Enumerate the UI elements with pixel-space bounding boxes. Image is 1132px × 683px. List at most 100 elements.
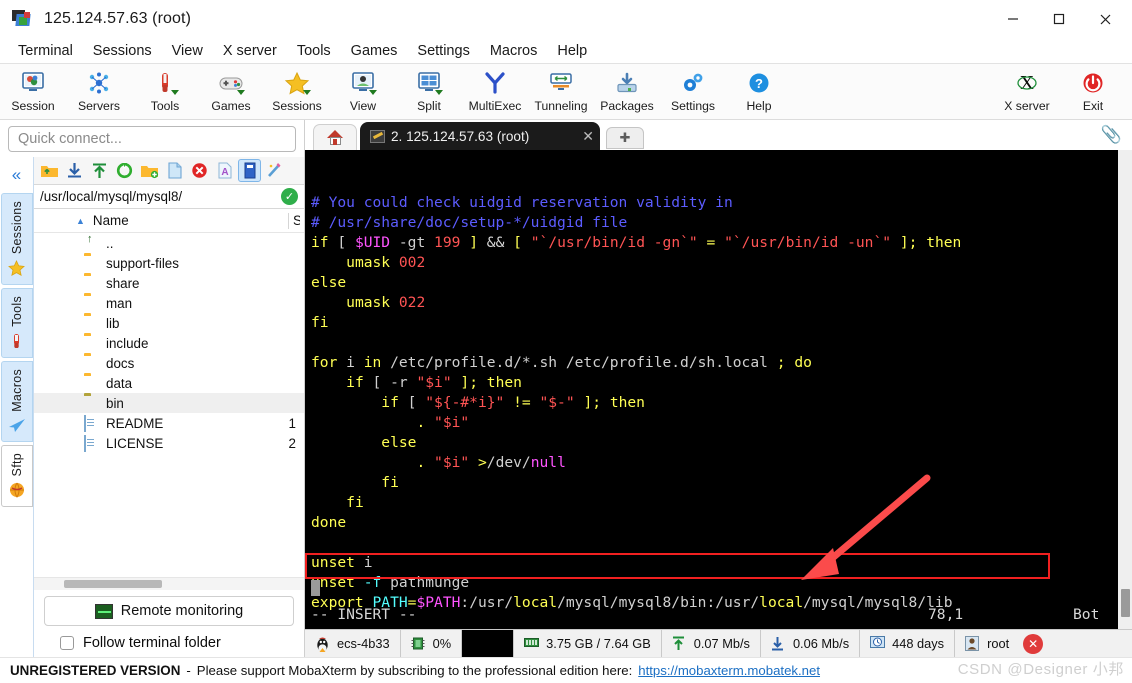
title-bar: 125.124.57.63 (root): [0, 0, 1132, 38]
status-uptime-label: 448 days: [892, 636, 945, 651]
list-item[interactable]: ..: [34, 233, 304, 253]
maximize-button[interactable]: [1036, 0, 1082, 38]
list-item[interactable]: lib: [34, 313, 304, 333]
star-icon: [8, 260, 25, 278]
sidebar-tab-sessions[interactable]: Sessions: [0, 193, 33, 286]
status-uptime[interactable]: 448 days: [860, 630, 956, 657]
status-cpu-graph[interactable]: [462, 630, 515, 657]
list-item[interactable]: support-files: [34, 253, 304, 273]
list-item[interactable]: LICENSE 2: [34, 433, 304, 453]
checkbox-icon[interactable]: [60, 636, 74, 650]
paper-plane-icon: [8, 418, 26, 435]
list-item[interactable]: bin: [34, 393, 304, 413]
file-icon: [84, 435, 101, 452]
edit-wand-icon[interactable]: [263, 159, 286, 182]
column-header-size[interactable]: S: [288, 212, 300, 229]
footer-link[interactable]: https://mobaxterm.mobatek.net: [638, 663, 820, 678]
follow-terminal-folder-checkbox[interactable]: Follow terminal folder: [60, 635, 294, 651]
column-header-name[interactable]: Name: [93, 213, 129, 228]
home-tab[interactable]: [313, 124, 357, 150]
list-item[interactable]: share: [34, 273, 304, 293]
close-icon[interactable]: ✕: [556, 128, 594, 145]
minimize-button[interactable]: [990, 0, 1036, 38]
scrollbar-thumb[interactable]: [1121, 589, 1130, 617]
menu-terminal[interactable]: Terminal: [8, 41, 83, 61]
list-item[interactable]: data: [34, 373, 304, 393]
sidebar-tab-macros[interactable]: Macros: [0, 360, 33, 442]
window-controls: [990, 0, 1132, 38]
toolbar-games-button[interactable]: Games: [198, 68, 264, 113]
close-session-icon[interactable]: ✕: [1023, 633, 1044, 654]
toolbar-multiexec-button[interactable]: MultiExec: [462, 68, 528, 113]
sftp-path-bar[interactable]: /usr/local/mysql/mysql8/ ✓: [34, 185, 304, 209]
sidebar-tab-tools[interactable]: Tools: [0, 288, 33, 358]
toolbar-view-button[interactable]: View: [330, 68, 396, 113]
menu-help[interactable]: Help: [547, 41, 597, 61]
session-status-bar: ecs-4b33 0% 3.75 GB / 7.64 GB 0.07 Mb/s …: [305, 629, 1132, 657]
new-file-icon[interactable]: [163, 159, 186, 182]
quick-connect-input[interactable]: Quick connect...: [8, 126, 296, 152]
toolbar-session-button[interactable]: Session: [0, 68, 66, 113]
collapse-sidebar-icon[interactable]: «: [0, 157, 34, 193]
toolbar-split-button[interactable]: Split: [396, 68, 462, 113]
toolbar-packages-button[interactable]: Packages: [594, 68, 660, 113]
toolbar-x-server-button[interactable]: X X server: [994, 68, 1060, 113]
list-item[interactable]: man: [34, 293, 304, 313]
dropdown-arrow-icon: [369, 90, 377, 95]
terminal-output[interactable]: # You could check uidgid reservation val…: [305, 150, 1117, 629]
menu-macros[interactable]: Macros: [480, 41, 548, 61]
toolbar-tunneling-button[interactable]: Tunneling: [528, 68, 594, 113]
text-mode-icon[interactable]: A: [213, 159, 236, 182]
go-up-folder-icon[interactable]: [38, 159, 61, 182]
menu-view[interactable]: View: [162, 41, 213, 61]
sftp-path-text: /usr/local/mysql/mysql8/: [40, 189, 183, 204]
sidebar-tab-sftp[interactable]: Sftp: [0, 444, 33, 508]
app-body: Quick connect... « Sessions Tools Macros…: [0, 120, 1132, 657]
list-item-label: support-files: [106, 255, 179, 271]
remote-monitoring-button[interactable]: Remote monitoring: [44, 596, 294, 626]
toolbar-servers-button[interactable]: Servers: [66, 68, 132, 113]
sort-arrow-icon[interactable]: ▲: [76, 216, 85, 226]
terminal-line: umask 002: [346, 254, 426, 271]
tools-icon: [150, 70, 180, 96]
download-icon[interactable]: [63, 159, 86, 182]
status-user[interactable]: root: [955, 630, 1019, 657]
status-cpu[interactable]: 0%: [401, 630, 463, 657]
close-button[interactable]: [1082, 0, 1128, 38]
list-item[interactable]: docs: [34, 353, 304, 373]
status-memory[interactable]: 3.75 GB / 7.64 GB: [514, 630, 662, 657]
status-download[interactable]: 0.06 Mb/s: [761, 630, 861, 657]
menu-settings[interactable]: Settings: [407, 41, 479, 61]
delete-icon[interactable]: [188, 159, 211, 182]
menu-x-server[interactable]: X server: [213, 41, 287, 61]
folder-icon: [84, 296, 101, 310]
binary-mode-icon[interactable]: [238, 159, 261, 182]
toolbar-sessions-button[interactable]: Sessions: [264, 68, 330, 113]
new-folder-icon[interactable]: [138, 159, 161, 182]
horizontal-scrollbar[interactable]: [34, 578, 304, 590]
paperclip-icon[interactable]: 📎: [1101, 125, 1122, 145]
split-icon: [414, 70, 444, 96]
new-tab-button[interactable]: ✚: [606, 127, 644, 149]
toolbar-settings-button[interactable]: Settings: [660, 68, 726, 113]
list-item[interactable]: README 1: [34, 413, 304, 433]
menu-sessions[interactable]: Sessions: [83, 41, 162, 61]
status-hostname[interactable]: ecs-4b33: [305, 630, 401, 657]
toolbar-tools-button[interactable]: Tools: [132, 68, 198, 113]
toolbar-help-button[interactable]: ? Help: [726, 68, 792, 113]
dropdown-arrow-icon: [171, 90, 179, 95]
toolbar-exit-button[interactable]: Exit: [1060, 68, 1126, 113]
tab-session-125-124-57-63[interactable]: 2. 125.124.57.63 (root) ✕: [360, 122, 600, 150]
terminal-line: for i in /etc/profile.d/*.sh /etc/profil…: [311, 354, 812, 371]
list-item[interactable]: include: [34, 333, 304, 353]
menu-games[interactable]: Games: [341, 41, 408, 61]
terminal-scrollbar[interactable]: [1117, 150, 1132, 629]
status-upload[interactable]: 0.07 Mb/s: [662, 630, 761, 657]
scrollbar-thumb[interactable]: [64, 580, 162, 588]
refresh-icon[interactable]: [113, 159, 136, 182]
file-list[interactable]: .. support-files share man lib include d…: [34, 233, 304, 577]
menu-tools[interactable]: Tools: [287, 41, 341, 61]
upload-icon[interactable]: [88, 159, 111, 182]
terminal-line: if [ "${-#*i}" != "$-" ]; then: [381, 394, 645, 411]
left-panel-main: « Sessions Tools Macros Sftp A /usr/loca…: [0, 157, 304, 657]
